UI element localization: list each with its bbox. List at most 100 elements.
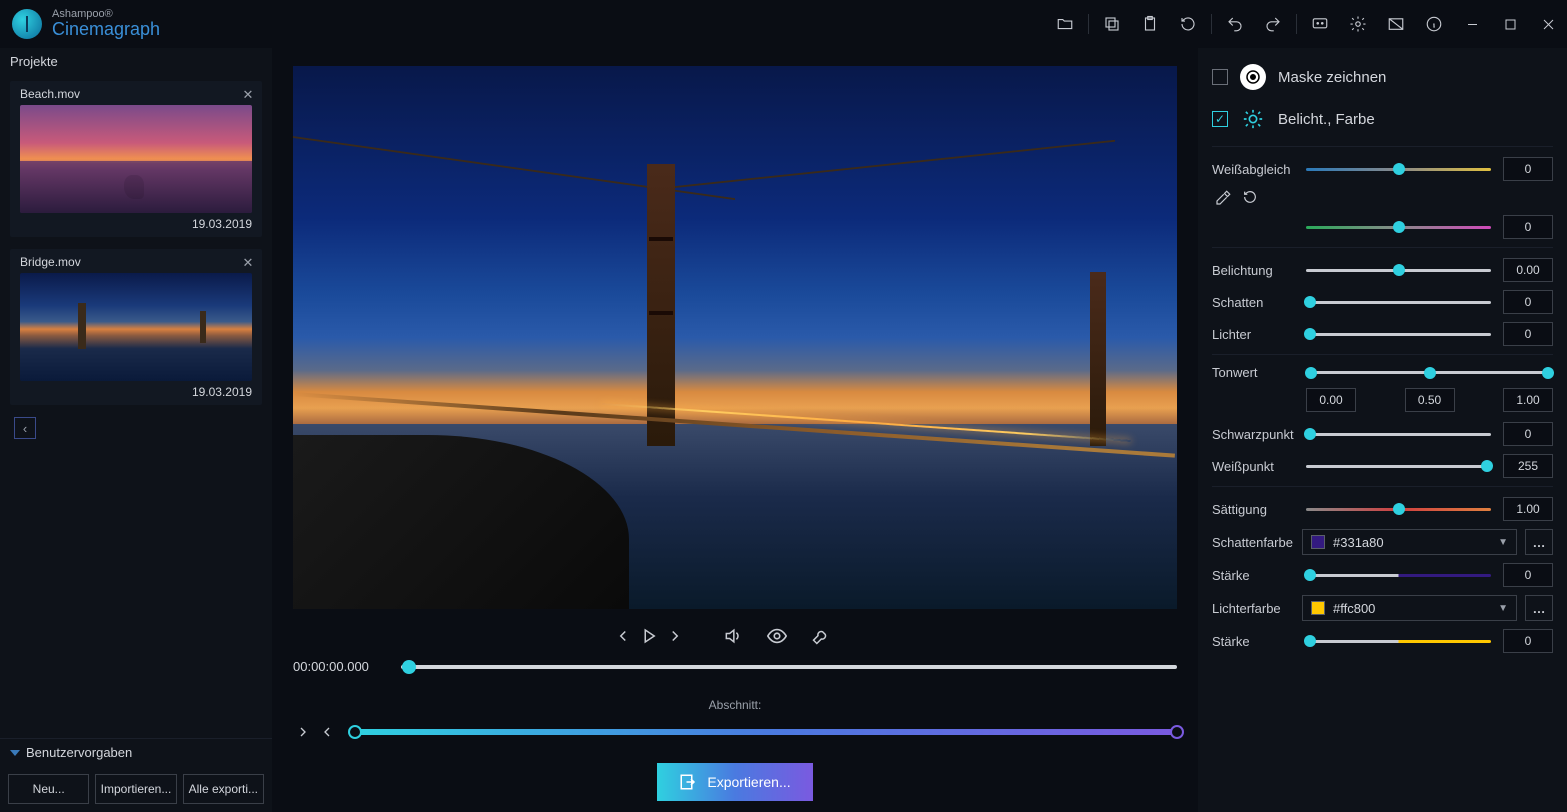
reset-icon[interactable] (1169, 0, 1207, 48)
chevron-down-icon: ▼ (1498, 603, 1508, 614)
shadows-label: Schatten (1212, 295, 1294, 310)
maximize-button[interactable] (1491, 8, 1529, 40)
toolbar (1046, 0, 1567, 48)
logo-icon (12, 9, 42, 39)
highlights-value[interactable]: 0 (1503, 322, 1553, 346)
section-label: Abschnitt: (293, 698, 1177, 712)
shadows-slider[interactable] (1306, 301, 1491, 304)
black-value[interactable]: 0 (1503, 422, 1553, 446)
wb-temp-value[interactable]: 0 (1503, 157, 1553, 181)
project-date: 19.03.2019 (10, 381, 262, 401)
sat-slider[interactable] (1306, 508, 1491, 511)
tone-slider[interactable] (1306, 371, 1553, 374)
project-name: Beach.mov (10, 81, 262, 105)
project-thumbnail (20, 105, 252, 213)
section-next-icon[interactable] (293, 722, 313, 742)
shadow-strength-value[interactable]: 0 (1503, 563, 1553, 587)
shadow-strength-label: Stärke (1212, 568, 1294, 583)
shadow-color-select[interactable]: #331a80 ▼ (1302, 529, 1517, 555)
white-value[interactable]: 255 (1503, 454, 1553, 478)
properties-panel: Maske zeichnen Belicht., Farbe Weißabgle… (1197, 48, 1567, 812)
highlight-color-label: Lichterfarbe (1212, 601, 1294, 616)
shadow-color-hex: #331a80 (1333, 535, 1384, 550)
undo-icon[interactable] (1216, 0, 1254, 48)
sat-value[interactable]: 1.00 (1503, 497, 1553, 521)
projects-header: Projekte (0, 48, 272, 75)
export-button[interactable]: Exportieren... (657, 763, 812, 801)
new-button[interactable]: Neu... (8, 774, 89, 804)
close-button[interactable] (1529, 8, 1567, 40)
play-icon[interactable] (640, 627, 658, 645)
swatch-icon (1311, 535, 1325, 549)
copy-icon[interactable] (1093, 0, 1131, 48)
preview-canvas[interactable] (293, 66, 1177, 609)
highlight-color-more[interactable]: … (1525, 595, 1553, 621)
exposure-checkbox[interactable] (1212, 111, 1228, 127)
prev-frame-icon[interactable] (614, 627, 632, 645)
swatch-icon (1311, 601, 1325, 615)
tone-high-value[interactable]: 1.00 (1503, 388, 1553, 412)
presets-label: Benutzervorgaben (26, 745, 132, 760)
section-prev-icon[interactable] (317, 722, 337, 742)
timeline-slider[interactable] (401, 665, 1177, 669)
highlight-strength-value[interactable]: 0 (1503, 629, 1553, 653)
folder-icon[interactable] (1046, 0, 1084, 48)
wb-temp-slider[interactable] (1306, 168, 1491, 171)
tone-low-value[interactable]: 0.00 (1306, 388, 1356, 412)
main: 00:00:00.000 Abschnitt: (273, 48, 1197, 812)
close-icon[interactable]: ✕ (238, 85, 258, 105)
section-range[interactable] (355, 729, 1177, 735)
shadow-color-more[interactable]: … (1525, 529, 1553, 555)
shadows-value[interactable]: 0 (1503, 290, 1553, 314)
brand-name: Cinemagraph (52, 20, 160, 40)
triangle-down-icon (10, 750, 20, 756)
project-item[interactable]: Bridge.mov ✕ 19.03.2019 (10, 249, 262, 405)
wrench-icon[interactable] (810, 625, 832, 647)
audio-icon[interactable] (722, 625, 744, 647)
eye-icon[interactable] (766, 625, 788, 647)
wb-label: Weißabgleich (1212, 162, 1294, 177)
export-icon (679, 773, 697, 791)
highlights-label: Lichter (1212, 327, 1294, 342)
export-all-button[interactable]: Alle exporti... (183, 774, 264, 804)
close-icon[interactable]: ✕ (238, 253, 258, 273)
clipboard-icon[interactable] (1131, 0, 1169, 48)
white-slider[interactable] (1306, 465, 1491, 468)
highlight-strength-slider[interactable] (1306, 640, 1491, 643)
highlight-color-select[interactable]: #ffc800 ▼ (1302, 595, 1517, 621)
eyedropper-icon[interactable] (1214, 189, 1232, 207)
sun-icon (1240, 106, 1266, 132)
highlight-color-hex: #ffc800 (1333, 601, 1375, 616)
sat-label: Sättigung (1212, 502, 1294, 517)
exposure-slider[interactable] (1306, 269, 1491, 272)
timecode: 00:00:00.000 (293, 659, 383, 674)
shadow-strength-slider[interactable] (1306, 574, 1491, 577)
import-button[interactable]: Importieren... (95, 774, 176, 804)
redo-icon[interactable] (1254, 0, 1292, 48)
reset-wb-icon[interactable] (1242, 189, 1258, 207)
mask-checkbox[interactable] (1212, 69, 1228, 85)
shadow-color-label: Schattenfarbe (1212, 535, 1294, 550)
info-icon[interactable] (1415, 0, 1453, 48)
exposure-value[interactable]: 0.00 (1503, 258, 1553, 282)
mask-title: Maske zeichnen (1278, 69, 1386, 86)
black-slider[interactable] (1306, 433, 1491, 436)
wb-tint-value[interactable]: 0 (1503, 215, 1553, 239)
project-thumbnail (20, 273, 252, 381)
minimize-button[interactable] (1453, 8, 1491, 40)
presets-header[interactable]: Benutzervorgaben (0, 738, 272, 766)
chevron-down-icon: ▼ (1498, 537, 1508, 548)
wb-tint-slider[interactable] (1306, 226, 1491, 229)
exposure-title: Belicht., Farbe (1278, 111, 1375, 128)
gear-icon[interactable] (1339, 0, 1377, 48)
compare-icon[interactable] (1377, 0, 1415, 48)
collapse-icon[interactable]: ‹ (14, 417, 36, 439)
highlight-strength-label: Stärke (1212, 634, 1294, 649)
project-date: 19.03.2019 (10, 213, 262, 233)
tone-mid-value[interactable]: 0.50 (1405, 388, 1455, 412)
feedback-icon[interactable] (1301, 0, 1339, 48)
highlights-slider[interactable] (1306, 333, 1491, 336)
project-item[interactable]: Beach.mov ✕ 19.03.2019 (10, 81, 262, 237)
titlebar: Ashampoo® Cinemagraph (0, 0, 1567, 48)
exposure-label: Belichtung (1212, 263, 1294, 278)
